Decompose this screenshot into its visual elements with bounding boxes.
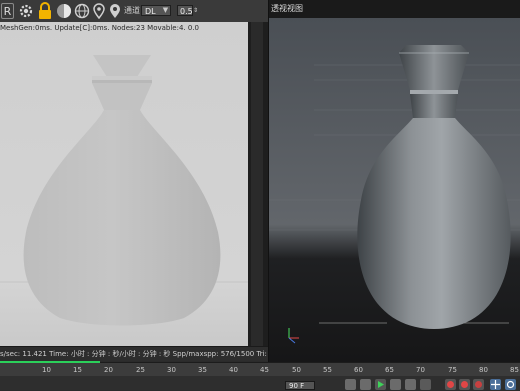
render-scrollbar[interactable] <box>251 22 263 346</box>
sphere-material-icon[interactable] <box>56 3 72 19</box>
timeline-tick-label: 40 <box>229 366 238 374</box>
lock-icon[interactable] <box>37 2 53 20</box>
viewport-bottle-model <box>269 0 520 362</box>
gear-icon[interactable] <box>18 3 34 19</box>
rendered-bottle-image <box>0 22 248 346</box>
pin-icon[interactable] <box>92 3 106 19</box>
play-button[interactable] <box>375 379 386 390</box>
timeline-tick-label: 35 <box>198 366 207 374</box>
record-icon[interactable] <box>445 379 456 390</box>
timeline-tick-label: 80 <box>479 366 488 374</box>
rotate-key-icon[interactable] <box>505 379 516 390</box>
viewport-title: 透视视图 <box>271 4 303 13</box>
timeline-tick-label: 70 <box>416 366 425 374</box>
move-key-icon[interactable] <box>490 379 501 390</box>
timeline-tick-label: 30 <box>167 366 176 374</box>
chevron-down-icon[interactable]: ▼ <box>160 5 171 16</box>
loop-button[interactable] <box>420 379 431 390</box>
next-frame-button[interactable] <box>390 379 401 390</box>
timeline-tick-label: 20 <box>104 366 113 374</box>
prev-frame-button[interactable] <box>360 379 371 390</box>
timeline-tick-label: 65 <box>385 366 394 374</box>
timeline-tick-label: 45 <box>260 366 269 374</box>
go-start-button[interactable] <box>345 379 356 390</box>
transport-bar <box>0 376 520 390</box>
timeline-tick-label: 55 <box>323 366 332 374</box>
render-r-icon[interactable]: R <box>1 3 14 19</box>
timeline-tick-label: 50 <box>292 366 301 374</box>
location-icon[interactable] <box>108 3 122 19</box>
spinner-arrows-icon[interactable]: ⇕ <box>193 5 199 16</box>
render-view <box>0 22 248 346</box>
timeline-tick-label: 10 <box>42 366 51 374</box>
timeline-tick-label: 25 <box>136 366 145 374</box>
timeline-tick-label: 60 <box>354 366 363 374</box>
globe-icon[interactable] <box>74 3 90 19</box>
timeline-tick-label: 75 <box>448 366 457 374</box>
auto-key-icon[interactable] <box>459 379 470 390</box>
channel-label: 通道 <box>124 6 140 15</box>
perspective-viewport[interactable] <box>268 0 520 362</box>
timeline-tick-label: 85 <box>510 366 519 374</box>
value-spinner[interactable]: 0.5 <box>177 5 193 16</box>
timeline-tick-label: 15 <box>73 366 82 374</box>
frame-field[interactable]: 90 F <box>285 381 315 390</box>
go-end-button[interactable] <box>405 379 416 390</box>
render-progress-bar <box>0 361 100 363</box>
render-status-text: MeshGen:0ms. Update[C]:0ms. Nodes:23 Mov… <box>0 24 200 32</box>
key-icon[interactable] <box>473 379 484 390</box>
